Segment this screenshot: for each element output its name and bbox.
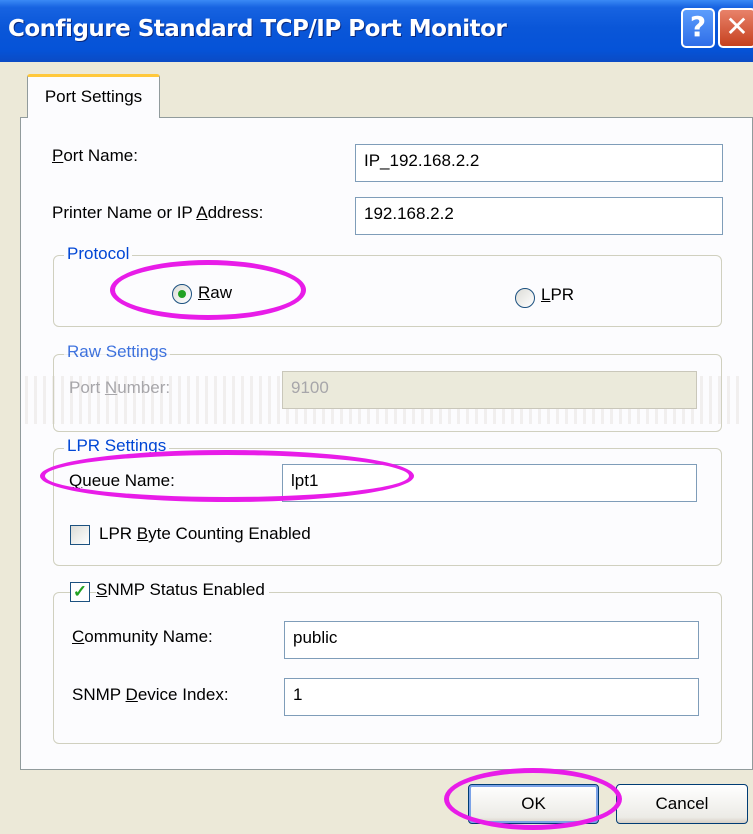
lpr-radio-label[interactable]: LPR: [541, 285, 574, 305]
device-index-label: SNMP Device Index:: [72, 685, 229, 704]
tab-port-settings[interactable]: Port Settings: [27, 74, 160, 118]
dialog-window: Configure Standard TCP/IP Port Monitor ?…: [0, 0, 753, 834]
title-bar[interactable]: Configure Standard TCP/IP Port Monitor ?…: [0, 0, 753, 62]
snmp-status-label[interactable]: SNMP Status Enabled: [96, 580, 269, 600]
ok-highlight-ellipse: [444, 768, 622, 830]
port-name-input[interactable]: IP_192.168.2.2: [355, 144, 723, 182]
snmp-status-checkbox[interactable]: ✓: [70, 582, 90, 602]
close-button[interactable]: ✕: [718, 8, 753, 48]
community-name-label: Community Name:: [72, 627, 213, 646]
lpr-byte-counting-label[interactable]: LPR Byte Counting Enabled: [99, 524, 311, 544]
window-title: Configure Standard TCP/IP Port Monitor: [8, 16, 507, 42]
lpr-radio[interactable]: [515, 288, 535, 308]
lpr-byte-counting-checkbox[interactable]: [70, 525, 90, 545]
printer-address-label: Printer Name or IP Address:: [52, 203, 264, 222]
raw-settings-legend: Raw Settings: [64, 342, 171, 362]
help-button[interactable]: ?: [681, 8, 715, 48]
printer-address-input[interactable]: 192.168.2.2: [355, 197, 723, 235]
port-name-label: Port Name:: [52, 146, 138, 165]
community-name-input[interactable]: public: [284, 621, 699, 659]
port-number-label: Port Number:: [69, 378, 171, 397]
cancel-button[interactable]: Cancel: [616, 784, 748, 824]
port-number-input: 9100: [282, 371, 697, 409]
snmp-group: [53, 592, 722, 744]
raw-highlight-ellipse: [110, 260, 306, 320]
device-index-input[interactable]: 1: [284, 678, 699, 716]
protocol-legend: Protocol: [64, 244, 133, 264]
queue-name-highlight-ellipse: [40, 450, 414, 502]
